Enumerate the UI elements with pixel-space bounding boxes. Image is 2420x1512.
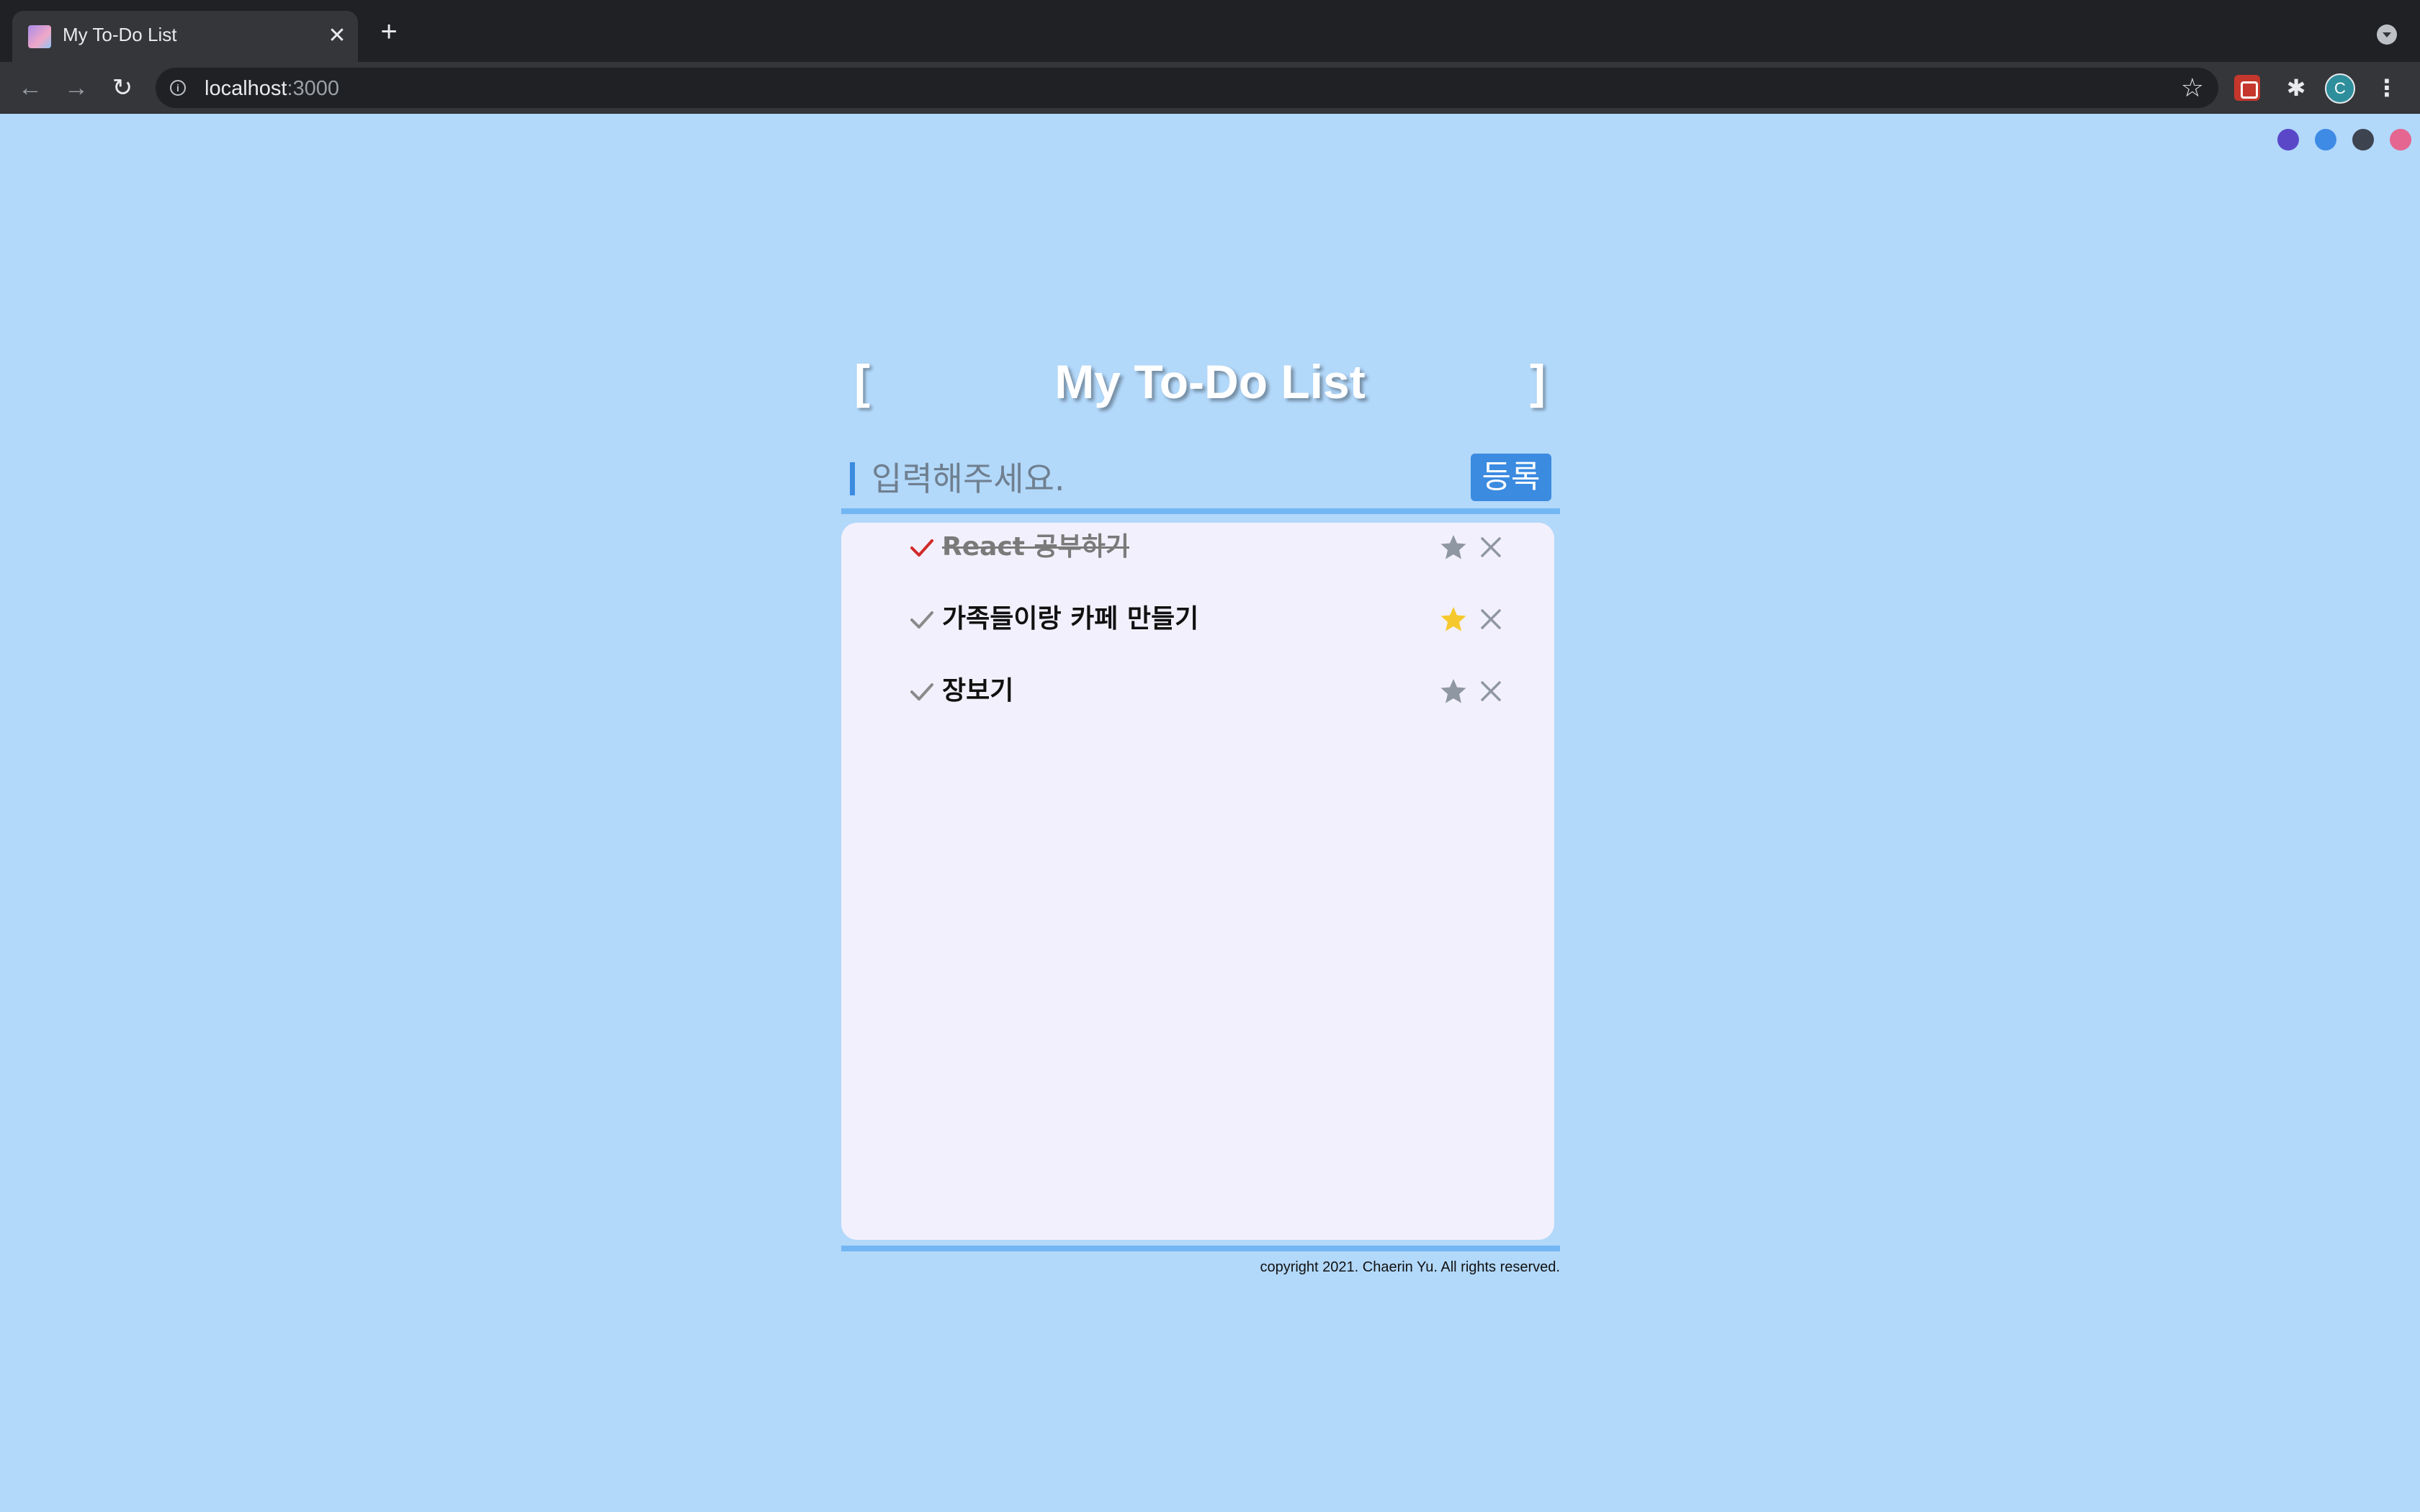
check-icon[interactable] xyxy=(908,605,936,634)
todo-item: React 공부하기 xyxy=(841,523,1554,588)
delete-icon[interactable] xyxy=(1476,605,1505,634)
tab-search-icon[interactable] xyxy=(2377,24,2397,45)
address-bar[interactable]: i localhost:3000 ☆ xyxy=(156,68,2218,108)
close-icon[interactable]: ✕ xyxy=(323,22,351,50)
delete-icon[interactable] xyxy=(1476,677,1505,706)
avatar[interactable]: C xyxy=(2325,73,2355,104)
url-text: localhost:3000 xyxy=(205,77,340,100)
puzzle-icon[interactable]: ✱ xyxy=(2280,72,2312,104)
delete-icon[interactable] xyxy=(1476,533,1505,562)
todo-input-form: 등록 xyxy=(841,446,1560,516)
info-icon[interactable]: i xyxy=(170,80,186,96)
theme-color-dot[interactable] xyxy=(2352,129,2374,150)
browser-tab-bar: My To-Do List ✕ + xyxy=(0,0,2420,62)
favicon-icon xyxy=(28,25,51,48)
reload-icon[interactable]: ↻ xyxy=(107,72,138,104)
page-title: My To-Do List xyxy=(1054,355,1366,408)
add-button[interactable]: 등록 xyxy=(1471,454,1551,501)
forward-icon[interactable]: → xyxy=(60,72,92,104)
extension-icon[interactable] xyxy=(2234,75,2260,101)
theme-color-dot[interactable] xyxy=(2390,129,2411,150)
todo-text: 장보기 xyxy=(942,676,1014,706)
menu-icon[interactable]: ⋮ xyxy=(2374,72,2400,104)
plus-icon[interactable]: + xyxy=(375,17,403,46)
todo-item: 장보기 xyxy=(841,667,1554,732)
browser-toolbar: ← → ↻ i localhost:3000 ☆ ✱ C ⋮ xyxy=(0,62,2420,114)
copyright-text: copyright 2021. Chaerin Yu. All rights r… xyxy=(1260,1259,1560,1275)
star-icon[interactable] xyxy=(1439,605,1468,634)
back-icon[interactable]: ← xyxy=(14,72,46,104)
todo-text: React 공부하기 xyxy=(942,532,1129,562)
star-icon[interactable] xyxy=(1439,677,1468,706)
theme-color-dot[interactable] xyxy=(2277,129,2299,150)
browser-tab[interactable]: My To-Do List ✕ xyxy=(12,11,358,62)
input-underline xyxy=(841,508,1560,514)
todo-list: React 공부하기가족들이랑 카페 만들기장보기 xyxy=(841,523,1554,1240)
input-indicator xyxy=(850,462,855,495)
divider xyxy=(841,1246,1560,1251)
todo-input[interactable] xyxy=(871,448,1491,510)
theme-color-dot[interactable] xyxy=(2315,129,2336,150)
check-icon[interactable] xyxy=(908,533,936,562)
todo-item: 가족들이랑 카페 만들기 xyxy=(841,595,1554,660)
todo-text: 가족들이랑 카페 만들기 xyxy=(942,604,1199,634)
bookmark-star-icon[interactable]: ☆ xyxy=(2181,73,2204,102)
tab-title: My To-Do List xyxy=(63,24,177,45)
check-icon[interactable] xyxy=(908,677,936,706)
title-bracket-right: ] xyxy=(1530,355,1546,408)
star-icon[interactable] xyxy=(1439,533,1468,562)
